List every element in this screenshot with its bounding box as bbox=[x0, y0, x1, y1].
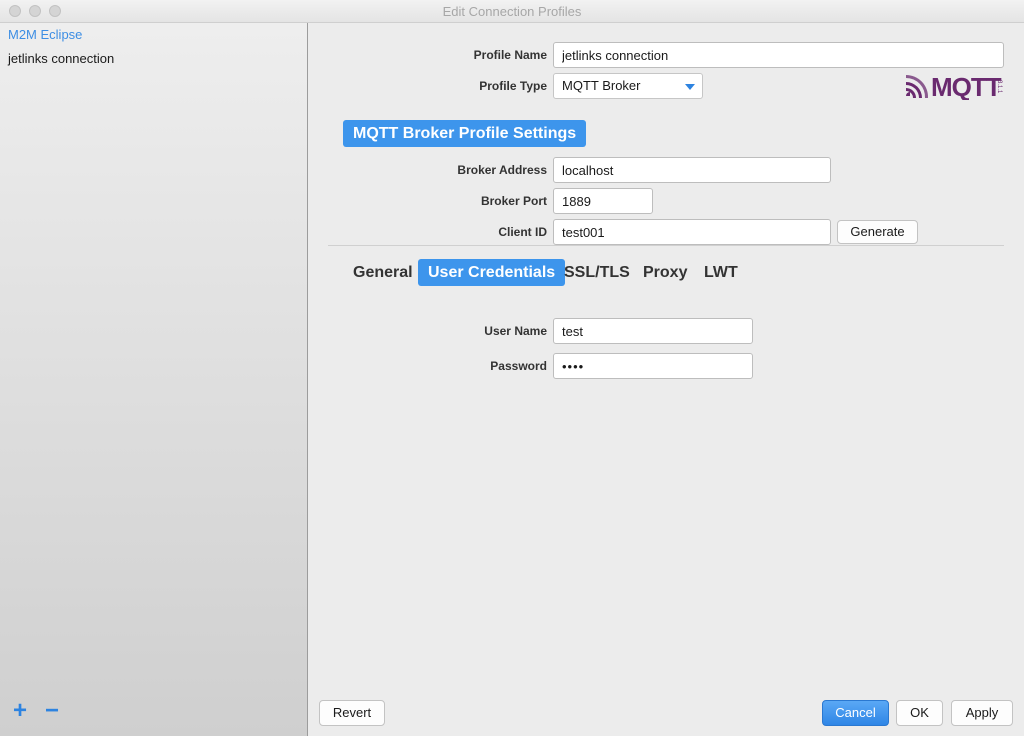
client-id-input[interactable] bbox=[553, 219, 831, 245]
chevron-down-icon bbox=[685, 84, 695, 90]
broker-address-input[interactable] bbox=[553, 157, 831, 183]
profile-name-label: Profile Name bbox=[473, 48, 547, 62]
profile-name-input[interactable] bbox=[553, 42, 1004, 68]
mqtt-signal-icon bbox=[906, 74, 929, 98]
tab-general[interactable]: General bbox=[343, 259, 423, 286]
broker-port-input[interactable] bbox=[553, 188, 653, 214]
cancel-button[interactable]: Cancel bbox=[822, 700, 889, 726]
password-label: Password bbox=[490, 359, 547, 373]
profile-type-select[interactable]: MQTT Broker bbox=[553, 73, 703, 99]
mqtt-logo: MQTT 3.1.1 bbox=[904, 72, 1004, 102]
remove-profile-button[interactable]: − bbox=[45, 699, 59, 723]
tab-lwt[interactable]: LWT bbox=[694, 259, 748, 286]
sidebar-item-jetlinks-connection[interactable]: jetlinks connection bbox=[8, 51, 114, 66]
profile-type-value: MQTT Broker bbox=[562, 78, 641, 93]
tab-proxy[interactable]: Proxy bbox=[633, 259, 697, 286]
broker-profile-settings-header: MQTT Broker Profile Settings bbox=[343, 120, 587, 147]
revert-button[interactable]: Revert bbox=[319, 700, 385, 726]
apply-button[interactable]: Apply bbox=[951, 700, 1013, 726]
tab-user-credentials[interactable]: User Credentials bbox=[418, 259, 566, 286]
broker-port-label: Broker Port bbox=[480, 194, 547, 208]
tab-ssl-tls[interactable]: SSL/TLS bbox=[554, 259, 640, 286]
section-divider bbox=[328, 245, 1004, 246]
client-id-label: Client ID bbox=[498, 225, 547, 239]
title-bar: Edit Connection Profiles bbox=[0, 0, 1024, 23]
mqtt-version-text: 3.1.1 bbox=[996, 80, 1002, 94]
profiles-sidebar: M2M Eclipse jetlinks connection + − bbox=[0, 23, 308, 736]
broker-address-label: Broker Address bbox=[457, 163, 547, 177]
user-name-input[interactable] bbox=[553, 318, 753, 344]
password-input[interactable] bbox=[553, 353, 753, 379]
user-name-label: User Name bbox=[484, 324, 547, 338]
profile-type-label: Profile Type bbox=[479, 79, 547, 93]
mqtt-logo-text: MQTT bbox=[931, 72, 1002, 100]
add-profile-button[interactable]: + bbox=[13, 699, 27, 723]
ok-button[interactable]: OK bbox=[896, 700, 943, 726]
generate-client-id-button[interactable]: Generate bbox=[837, 220, 918, 244]
sidebar-group-m2m-eclipse: M2M Eclipse bbox=[8, 27, 83, 42]
window-title: Edit Connection Profiles bbox=[442, 4, 582, 19]
